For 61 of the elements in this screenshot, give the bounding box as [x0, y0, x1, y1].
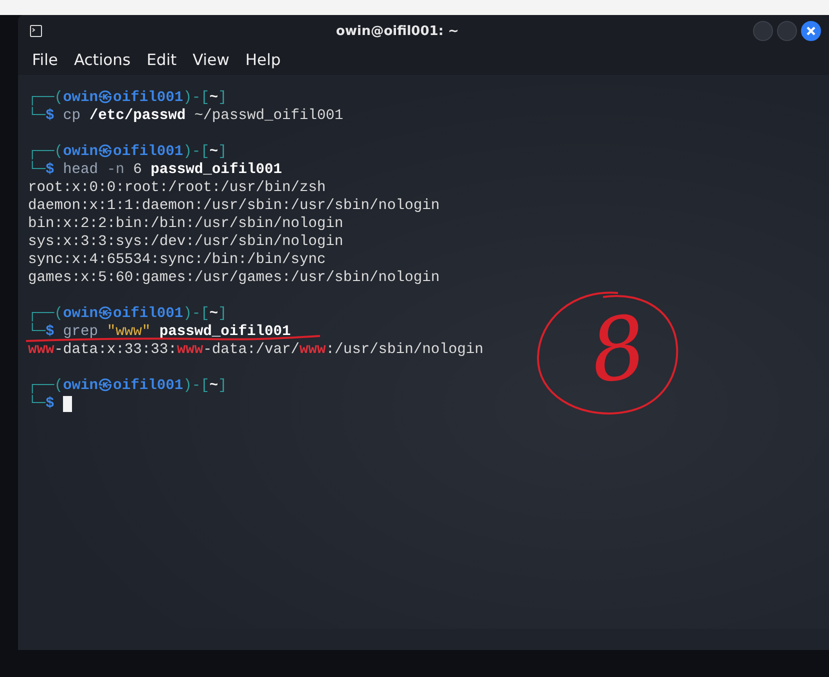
prompt-directory: ~ — [209, 305, 218, 323]
prompt-user-host: owin㉿oifil001 — [63, 377, 184, 395]
menu-item[interactable]: File — [32, 51, 58, 69]
prompt-directory: ~ — [209, 143, 218, 161]
close-icon — [806, 26, 816, 36]
output-text: :/usr/sbin/nologin — [326, 341, 484, 359]
prompt-symbol: $ — [46, 161, 56, 179]
command-name: cp — [63, 107, 82, 125]
prompt-frame: )-[ — [183, 89, 210, 107]
close-button[interactable] — [801, 21, 821, 41]
terminal-icon — [30, 25, 42, 37]
command-argument: 6 — [133, 161, 143, 179]
command-option: -n — [106, 161, 134, 179]
output-text: bin:x:2:2:bin:/bin:/usr/sbin/nologin — [28, 215, 344, 233]
command-argument: /etc/passwd — [89, 107, 186, 125]
output-text: -data:x:33:33: — [54, 341, 177, 359]
prompt-user-host: owin㉿oifil001 — [63, 305, 184, 323]
output-text: -data:/var/ — [203, 341, 300, 359]
prompt-frame: ] — [218, 305, 227, 323]
prompt-frame: └─ — [28, 395, 46, 413]
menu-item[interactable]: Actions — [74, 51, 131, 69]
match-highlight: www — [300, 341, 326, 359]
prompt-frame: )-[ — [183, 377, 210, 395]
minimize-button[interactable] — [753, 21, 773, 41]
prompt-frame: └─ — [28, 161, 46, 179]
command-name: head — [63, 161, 100, 179]
prompt-frame: ┌──( — [28, 305, 64, 323]
handwritten-number: 8 — [584, 296, 652, 404]
prompt-symbol: $ — [46, 107, 56, 125]
prompt-frame: )-[ — [183, 143, 210, 161]
output-text: games:x:5:60:games:/usr/games:/usr/sbin/nologin — [28, 269, 440, 287]
prompt-frame: ┌──( — [28, 89, 64, 107]
search-string: "www" — [106, 323, 152, 341]
prompt-frame: )-[ — [183, 305, 210, 323]
prompt-frame: ] — [218, 89, 227, 107]
prompt-frame: ┌──( — [28, 143, 64, 161]
command-argument: passwd_oifil001 — [150, 161, 282, 179]
output-text: sync:x:4:65534:sync:/bin:/bin/sync — [28, 251, 326, 269]
prompt-user-host: owin㉿oifil001 — [63, 143, 184, 161]
command-argument: passwd_oifil001 — [159, 323, 291, 341]
prompt-directory: ~ — [209, 89, 218, 107]
window-title: owin@oifil001: ~ — [335, 24, 460, 38]
output-text: sys:x:3:3:sys:/dev:/usr/sbin/nologin — [28, 233, 344, 251]
prompt-frame: ┌──( — [28, 377, 64, 395]
menu-item[interactable]: Edit — [146, 51, 177, 69]
command-name: grep — [63, 323, 100, 341]
match-highlight: www — [176, 341, 204, 359]
prompt-frame: ] — [218, 143, 227, 161]
menu-item[interactable]: View — [192, 51, 230, 69]
prompt-frame: └─ — [28, 323, 46, 341]
prompt-user-host: owin㉿oifil001 — [63, 89, 184, 107]
command-argument: ~/passwd_oifil001 — [193, 107, 344, 125]
prompt-frame: ] — [218, 377, 227, 395]
prompt-symbol: $ — [46, 395, 56, 413]
output-text: root:x:0:0:root:/root:/usr/bin/zsh — [28, 179, 326, 197]
prompt-directory: ~ — [209, 377, 218, 395]
match-highlight: www — [28, 341, 54, 359]
output-text: daemon:x:1:1:daemon:/usr/sbin:/usr/sbin/nologin — [28, 197, 440, 215]
prompt-frame: └─ — [28, 107, 46, 125]
menu-item[interactable]: Help — [245, 51, 281, 69]
prompt-symbol: $ — [46, 323, 56, 341]
